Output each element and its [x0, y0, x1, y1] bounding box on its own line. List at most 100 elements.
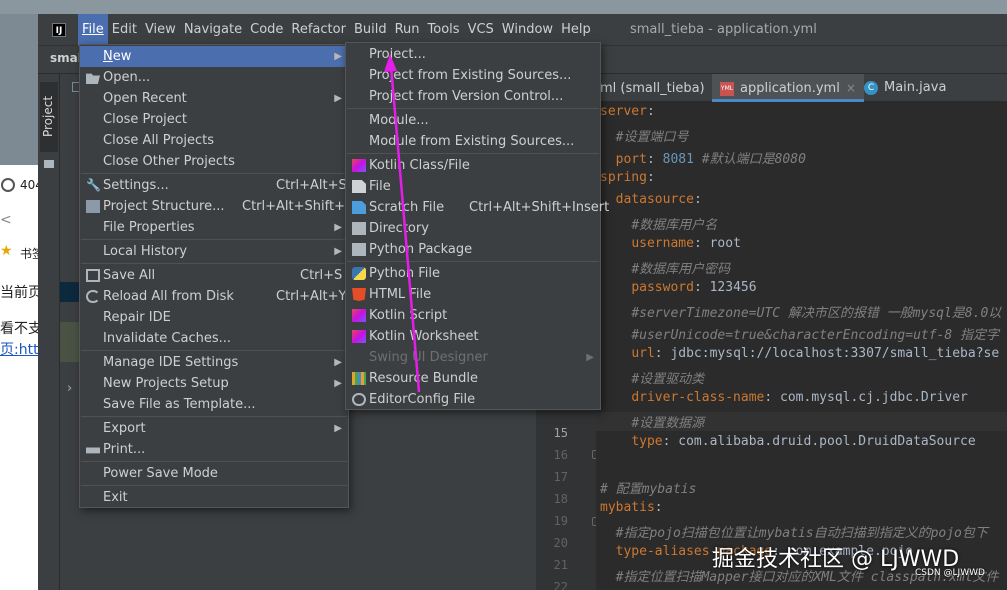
java-class-icon: C — [864, 80, 878, 95]
file-menu-close-all-projects[interactable]: Close All Projects — [80, 130, 348, 151]
submenu-arrow-icon: ▶ — [334, 246, 342, 257]
line-number: 20 — [553, 536, 568, 550]
browser-tab-title: 404 — [20, 178, 40, 192]
code-line: spring: — [600, 170, 655, 185]
line-number: 19 — [553, 514, 568, 528]
resource-bundle-icon — [352, 372, 366, 385]
line-number: 15 — [553, 426, 568, 440]
new-scratch-file[interactable]: Scratch File Ctrl+Alt+Shift+Insert — [346, 197, 609, 218]
menu-separator — [347, 108, 599, 109]
menu-view[interactable]: View — [141, 14, 180, 46]
new-module-from-existing-sources[interactable]: Module from Existing Sources... — [346, 131, 600, 152]
file-menu-close-project[interactable]: Close Project — [80, 109, 348, 130]
code-line: #serverTimezone=UTC 解决市区的报错 一般mysql是8.0以 — [631, 306, 1002, 321]
html-icon — [352, 288, 366, 301]
file-menu-reload-all[interactable]: Reload All from Disk Ctrl+Alt+Y — [80, 286, 348, 307]
browser-link: 页:http — [0, 342, 40, 358]
code-line: type: com.alibaba.druid.pool.DruidDataSo… — [631, 434, 976, 449]
directory-icon — [352, 222, 366, 235]
menu-separator — [81, 416, 347, 417]
menu-code[interactable]: Code — [246, 14, 287, 46]
submenu-arrow-icon: ▶ — [334, 93, 342, 104]
new-project[interactable]: Project... — [346, 44, 600, 65]
new-submenu-popup: Project... Project from Existing Sources… — [345, 42, 609, 410]
file-menu-manage-ide-settings[interactable]: Manage IDE Settings ▶ — [80, 352, 348, 373]
code-line: #数据库用户密码 — [631, 262, 731, 277]
code-editor[interactable]: server: #设置端口号 port: 8081 #默认端口是8080 spr… — [596, 102, 1007, 590]
browser-bookmarks-label: 书签 — [20, 247, 40, 261]
file-menu-popup: New ▶ Open... Open Recent ▶ Close Project … — [79, 44, 353, 508]
line-number: 18 — [553, 492, 568, 506]
tool-window-strip: Project — [38, 74, 60, 590]
tab-label: ml (small_tieba) — [600, 81, 705, 96]
new-module[interactable]: Module... — [346, 110, 600, 131]
file-menu-open-recent[interactable]: Open Recent ▶ — [80, 88, 348, 109]
file-menu-file-properties[interactable]: File Properties ▶ — [80, 217, 348, 238]
new-file[interactable]: File — [346, 176, 600, 197]
file-menu-export[interactable]: Export ▶ — [80, 418, 348, 439]
bookmark-star-icon: ★ — [0, 243, 13, 259]
menu-navigate[interactable]: Navigate — [180, 14, 246, 46]
code-line: #userUnicode=true&characterEncoding=utf-… — [631, 328, 1000, 343]
code-line: datasource: — [615, 192, 702, 207]
new-python-package[interactable]: Python Package — [346, 239, 600, 260]
new-editorconfig-file[interactable]: EditorConfig File — [346, 389, 600, 410]
file-menu-exit[interactable]: Exit — [80, 487, 348, 508]
kotlin-icon — [352, 159, 366, 172]
open-folder-icon — [86, 73, 100, 84]
browser-text: 当前页 — [0, 285, 40, 301]
folder-icon — [44, 160, 54, 168]
code-line: #设置端口号 — [615, 130, 689, 145]
file-menu-close-other-projects[interactable]: Close Other Projects — [80, 151, 348, 172]
close-icon[interactable]: × — [846, 81, 856, 95]
chevron-right-icon[interactable]: › — [67, 381, 72, 396]
menu-separator — [81, 173, 347, 174]
new-project-from-existing-sources[interactable]: Project from Existing Sources... — [346, 65, 600, 86]
file-menu-invalidate-caches[interactable]: Invalidate Caches... — [80, 328, 348, 349]
file-menu-settings[interactable]: 🔧 Settings... Ctrl+Alt+S — [80, 175, 348, 196]
code-line: username: root — [631, 236, 741, 251]
tree-row[interactable] — [60, 322, 80, 362]
new-kotlin-script[interactable]: Kotlin Script — [346, 305, 600, 326]
reload-icon — [86, 290, 100, 303]
file-menu-save-as-template[interactable]: Save File as Template... — [80, 394, 348, 415]
file-menu-new-projects-setup[interactable]: New Projects Setup ▶ — [80, 373, 348, 394]
menu-separator — [81, 263, 347, 264]
line-number: 17 — [553, 470, 568, 484]
menu-separator — [347, 153, 599, 154]
code-line: #指定pojo扫描包位置让mybatis自动扫描到指定义的pojo包下 — [615, 526, 988, 541]
tree-row-selected[interactable] — [60, 282, 80, 302]
submenu-arrow-icon: ▶ — [334, 357, 342, 368]
file-menu-open[interactable]: Open... — [80, 67, 348, 88]
breadcrumb-project[interactable]: smal — [50, 51, 82, 65]
new-resource-bundle[interactable]: Resource Bundle — [346, 368, 600, 389]
new-project-from-vcs[interactable]: Project from Version Control... — [346, 86, 600, 107]
file-menu-save-all[interactable]: Save All Ctrl+S — [80, 265, 348, 286]
print-icon — [86, 447, 100, 454]
editor-tab-bar: ml (small_tieba)× YML application.yml × CM… — [536, 74, 1007, 102]
scratch-file-icon — [352, 201, 366, 214]
menu-file[interactable]: File — [78, 14, 108, 46]
menu-refactor[interactable]: Refactor — [287, 14, 350, 46]
tab-main-java[interactable]: C Main.java — [856, 74, 954, 102]
new-kotlin-worksheet[interactable]: Kotlin Worksheet — [346, 326, 600, 347]
submenu-arrow-icon: ▶ — [586, 352, 594, 363]
project-tool-button[interactable]: Project — [40, 82, 58, 152]
file-menu-repair-ide[interactable]: Repair IDE — [80, 307, 348, 328]
new-directory[interactable]: Directory — [346, 218, 600, 239]
file-menu-local-history[interactable]: Local History ▶ — [80, 241, 348, 262]
tab-application-yml[interactable]: YML application.yml × — [712, 74, 864, 102]
new-python-file[interactable]: Python File — [346, 263, 600, 284]
new-kotlin-class-file[interactable]: Kotlin Class/File — [346, 155, 600, 176]
menu-edit[interactable]: Edit — [108, 14, 141, 46]
menu-separator — [81, 350, 347, 351]
file-menu-power-save-mode[interactable]: Power Save Mode — [80, 463, 348, 484]
code-line-current: #设置数据源 — [596, 412, 1007, 431]
file-menu-project-structure[interactable]: Project Structure... Ctrl+Alt+Shift+S — [80, 196, 353, 217]
tab-pom-xml[interactable]: ml (small_tieba)× — [600, 74, 727, 102]
menu-separator — [81, 485, 347, 486]
file-menu-print[interactable]: Print... — [80, 439, 348, 460]
new-html-file[interactable]: HTML File — [346, 284, 600, 305]
file-menu-new[interactable]: New ▶ — [80, 46, 348, 67]
editorconfig-icon — [352, 393, 366, 406]
